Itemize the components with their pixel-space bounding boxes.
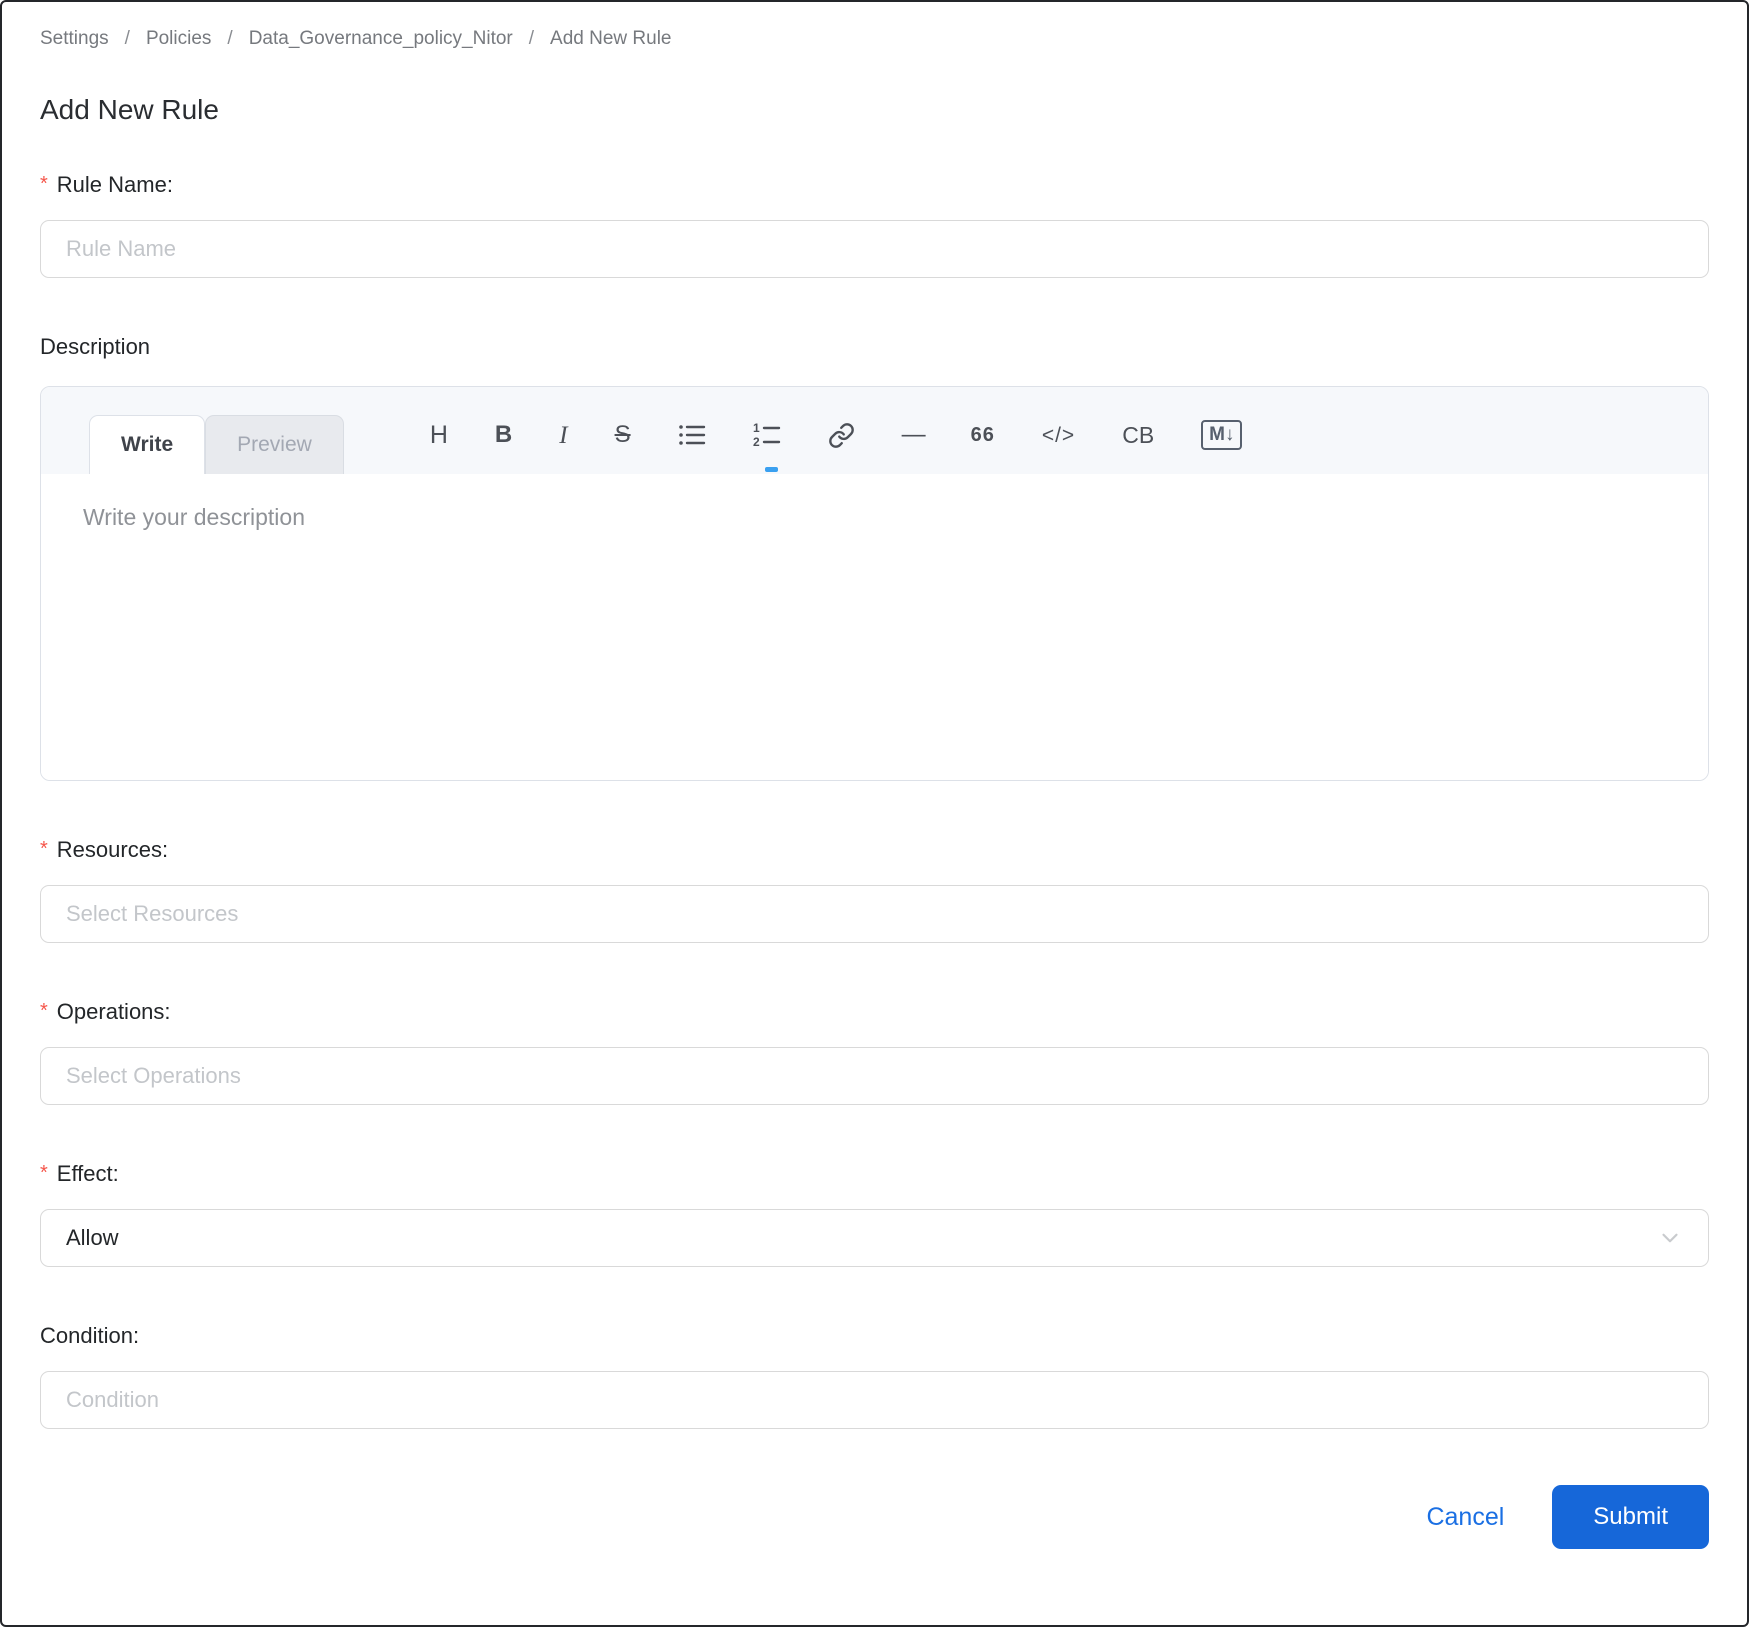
effect-label-text: Effect: xyxy=(57,1161,119,1187)
page-title: Add New Rule xyxy=(40,94,1709,126)
required-asterisk: * xyxy=(40,173,48,196)
condition-label-text: Condition: xyxy=(40,1323,139,1349)
submit-button[interactable]: Submit xyxy=(1552,1485,1709,1549)
breadcrumb: Settings / Policies / Data_Governance_po… xyxy=(40,28,1709,50)
code-icon[interactable]: </> xyxy=(1042,425,1075,446)
markdown-icon[interactable]: M↓ xyxy=(1201,420,1242,450)
breadcrumb-current: Add New Rule xyxy=(550,28,671,50)
editor-toolbar: Write Preview H B I S xyxy=(41,387,1708,474)
breadcrumb-policies[interactable]: Policies xyxy=(146,28,211,50)
editor-toolbar-icons: H B I S xyxy=(430,420,1243,474)
form-actions: Cancel Submit xyxy=(40,1485,1709,1577)
rule-name-label-text: Rule Name: xyxy=(57,172,173,198)
effect-label: * Effect: xyxy=(40,1161,1709,1187)
strikethrough-icon[interactable]: S xyxy=(615,423,631,447)
breadcrumb-separator: / xyxy=(125,28,130,50)
horizontal-rule-icon[interactable]: — xyxy=(902,423,924,447)
cancel-button[interactable]: Cancel xyxy=(1426,1503,1504,1532)
rule-name-input[interactable] xyxy=(40,220,1709,278)
description-placeholder: Write your description xyxy=(83,504,305,530)
tab-write[interactable]: Write xyxy=(89,415,205,474)
effect-select[interactable]: Allow xyxy=(40,1209,1709,1267)
tab-preview[interactable]: Preview xyxy=(205,415,344,474)
resources-label: * Resources: xyxy=(40,837,1709,863)
add-rule-page: Settings / Policies / Data_Governance_po… xyxy=(2,2,1747,1577)
breadcrumb-separator: / xyxy=(529,28,534,50)
breadcrumb-policy-name[interactable]: Data_Governance_policy_Nitor xyxy=(249,28,513,50)
breadcrumb-settings[interactable]: Settings xyxy=(40,28,109,50)
required-asterisk: * xyxy=(40,1000,48,1023)
required-asterisk: * xyxy=(40,1162,48,1185)
resources-label-text: Resources: xyxy=(57,837,168,863)
condition-input[interactable] xyxy=(40,1371,1709,1429)
code-block-icon[interactable]: CB xyxy=(1122,424,1154,447)
description-editor: Write Preview H B I S xyxy=(40,386,1709,781)
required-asterisk: * xyxy=(40,838,48,861)
rule-name-label: * Rule Name: xyxy=(40,172,1709,198)
svg-text:2: 2 xyxy=(753,435,760,448)
app-window: Settings / Policies / Data_Governance_po… xyxy=(0,0,1749,1627)
description-label: Description xyxy=(40,334,1709,360)
editor-tabs: Write Preview xyxy=(89,415,344,474)
svg-text:1: 1 xyxy=(753,422,760,435)
operations-select[interactable] xyxy=(40,1047,1709,1105)
condition-label: Condition: xyxy=(40,1323,1709,1349)
markdown-badge: M↓ xyxy=(1201,420,1242,450)
effect-selected-value: Allow xyxy=(66,1225,119,1251)
heading-icon[interactable]: H xyxy=(430,423,448,448)
resources-select[interactable] xyxy=(40,885,1709,943)
cursor-indicator xyxy=(765,467,778,472)
description-textarea[interactable]: Write your description xyxy=(41,474,1708,780)
unordered-list-icon[interactable] xyxy=(678,422,706,448)
link-icon[interactable] xyxy=(828,422,855,449)
ordered-list-icon[interactable]: 1 2 xyxy=(753,422,781,448)
breadcrumb-separator: / xyxy=(227,28,232,50)
bold-icon[interactable]: B xyxy=(495,423,512,447)
description-label-text: Description xyxy=(40,334,150,360)
operations-label-text: Operations: xyxy=(57,999,171,1025)
operations-label: * Operations: xyxy=(40,999,1709,1025)
chevron-down-icon xyxy=(1657,1225,1683,1251)
italic-icon[interactable]: I xyxy=(559,423,567,448)
quote-icon[interactable]: 66 xyxy=(971,425,995,445)
